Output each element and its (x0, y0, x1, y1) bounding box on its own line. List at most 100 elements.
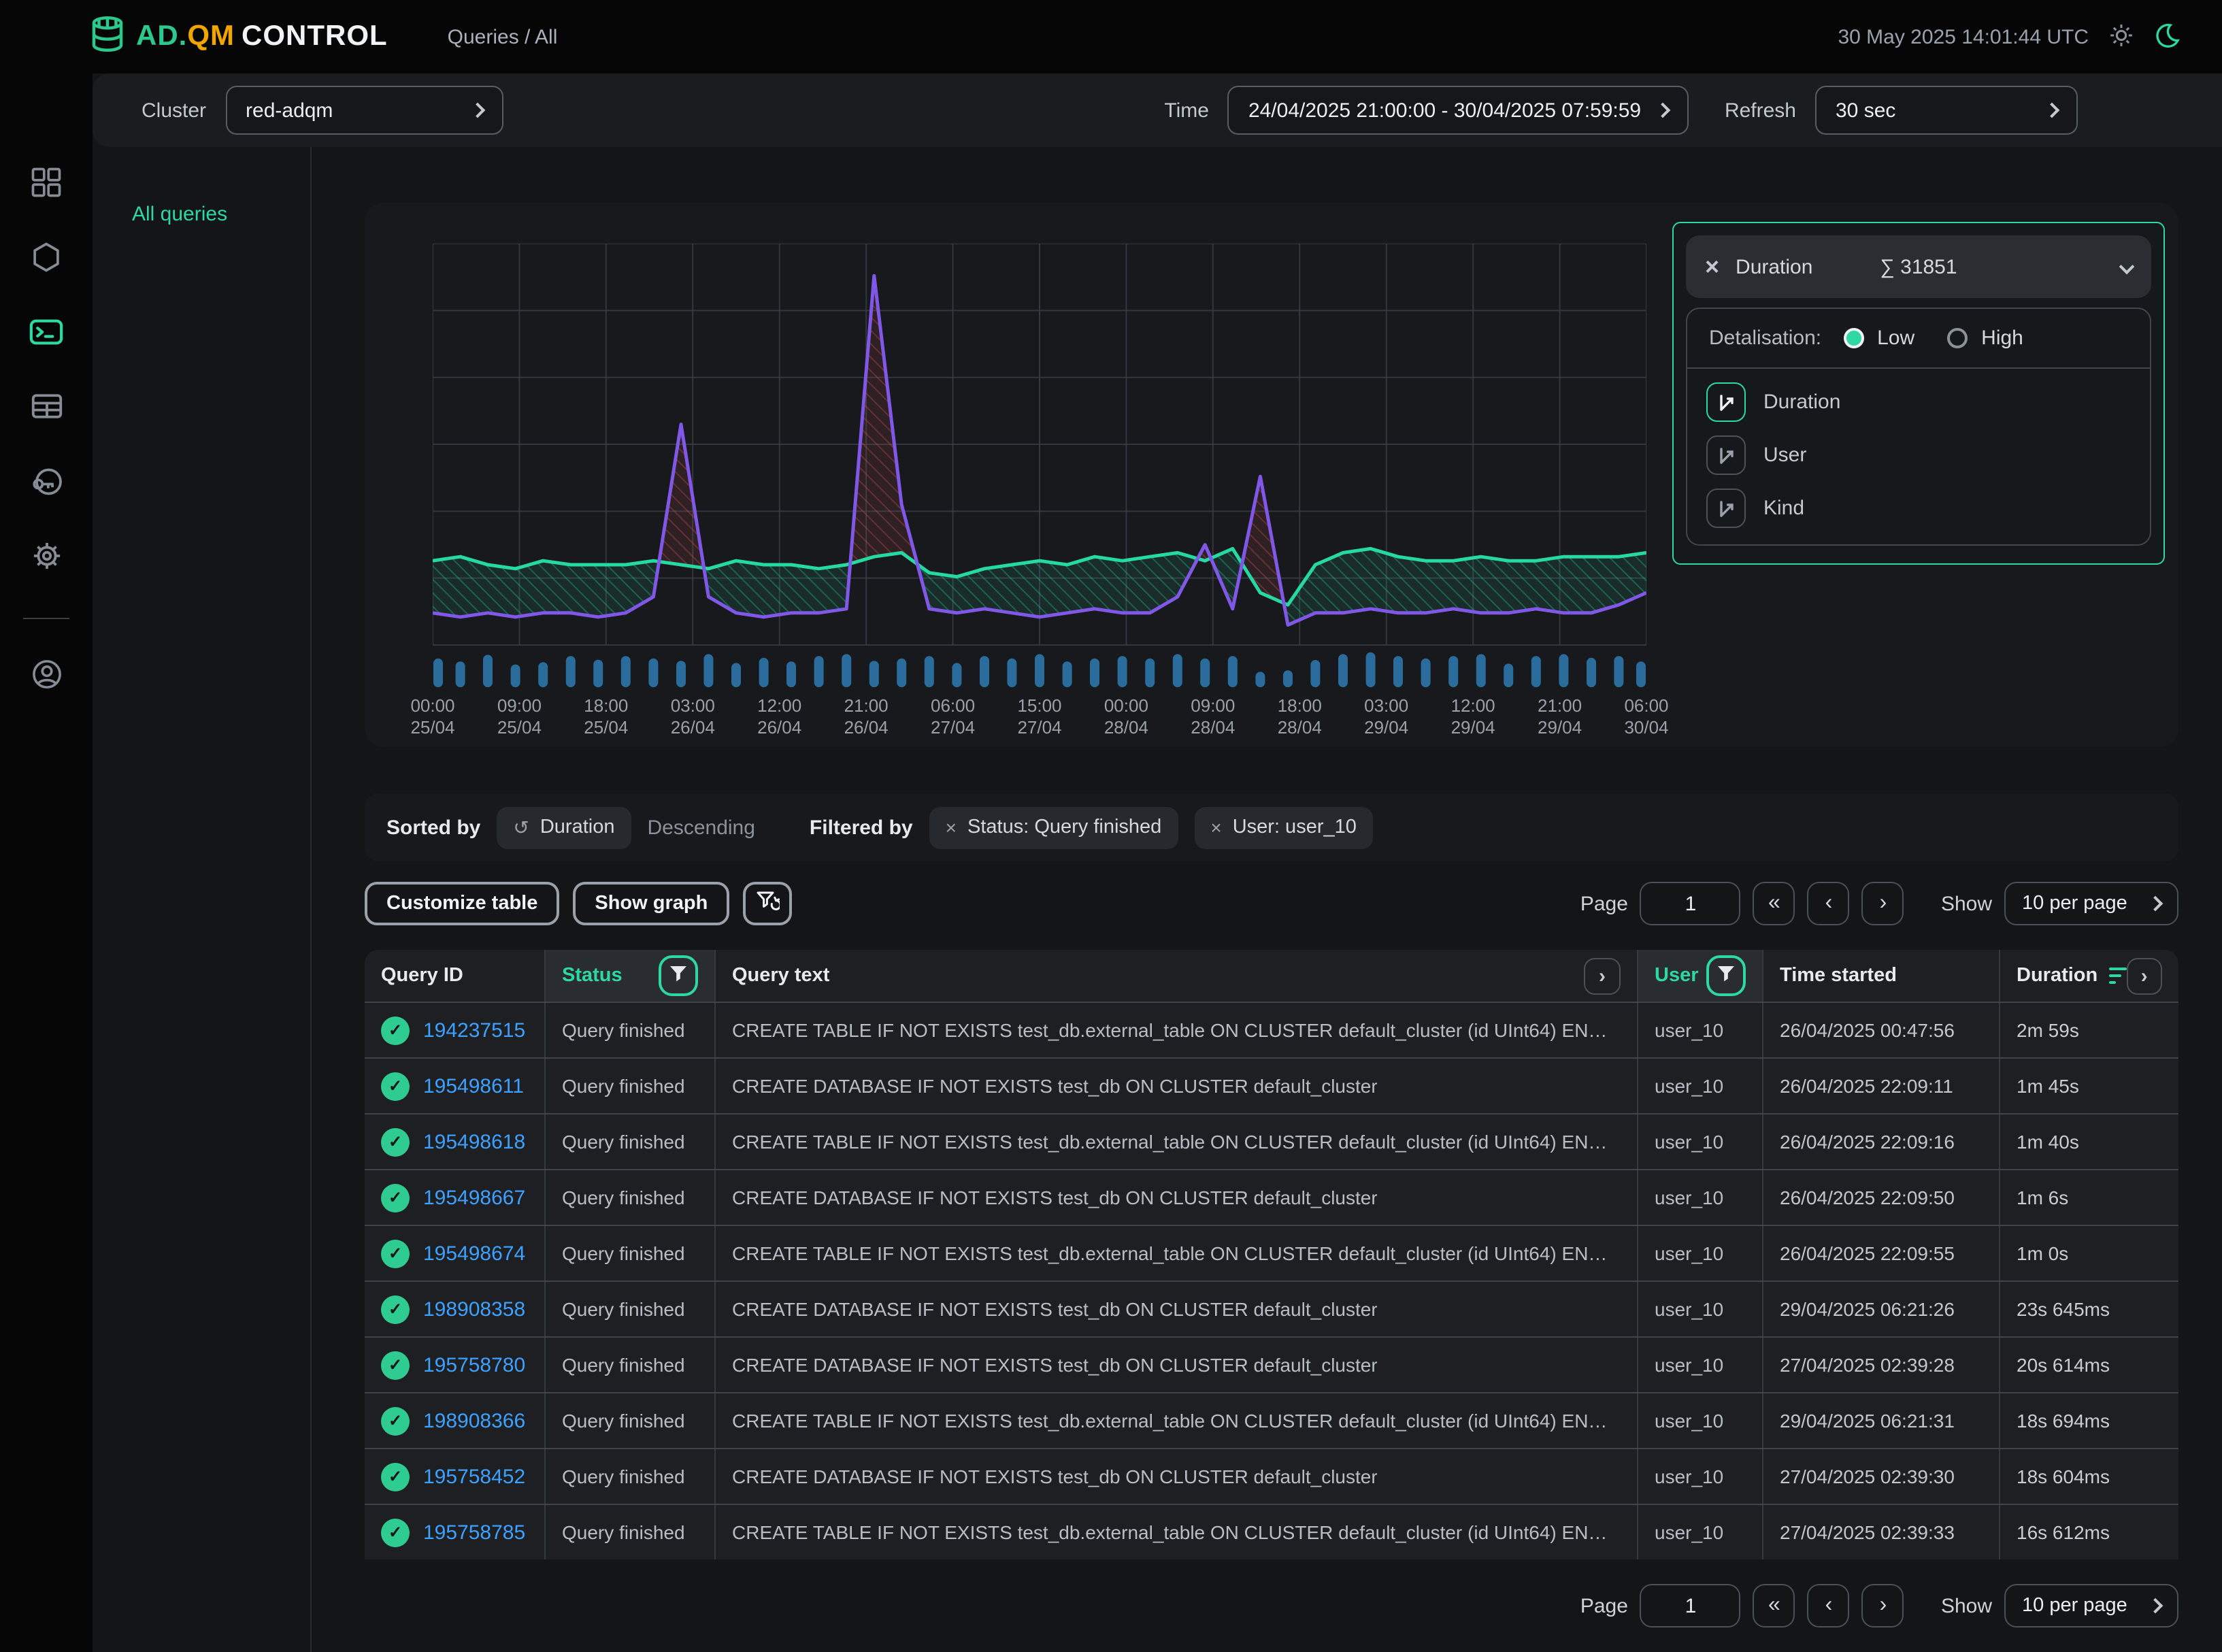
header-query-id[interactable]: Query ID (365, 950, 546, 1002)
first-page-button[interactable]: « (1753, 1584, 1795, 1628)
table-row[interactable]: ✓195498618Query finishedCREATE TABLE IF … (365, 1113, 2178, 1169)
table-row[interactable]: ✓195498667Query finishedCREATE DATABASE … (365, 1169, 2178, 1225)
filter-chip-user[interactable]: × User: user_10 (1194, 806, 1373, 848)
sort-descending-icon[interactable] (2108, 968, 2126, 985)
table-row[interactable]: ✓195758780Query finishedCREATE DATABASE … (365, 1336, 2178, 1392)
line-chart-icon (1706, 382, 1746, 422)
header-status[interactable]: Status (546, 950, 716, 1002)
time-range-select[interactable]: 24/04/2025 21:00:00 - 30/04/2025 07:59:5… (1228, 86, 1689, 135)
query-id-link[interactable]: 195758780 (423, 1353, 525, 1376)
duration-cell: 1m 45s (2000, 1059, 2178, 1113)
logo-ad: AD. (136, 20, 187, 52)
query-count-bar (980, 656, 989, 687)
x-axis-tick-label: 15:0027/04 (991, 695, 1089, 739)
refresh-select[interactable]: 30 sec (1815, 86, 2078, 135)
nav-item-all-queries[interactable]: All queries (132, 203, 227, 226)
query-id-link[interactable]: 195498611 (423, 1074, 524, 1097)
duration-cell: 1m 6s (2000, 1170, 2178, 1225)
app-window: AD.QMCONTROL Queries / All 30 May 2025 1… (0, 0, 2222, 1652)
dark-theme-button[interactable] (2154, 21, 2181, 52)
filter-chip-status[interactable]: × Status: Query finished (929, 806, 1178, 848)
legend-metric-header[interactable]: × Duration ∑ 31851 (1686, 235, 2151, 298)
sidebar-item-profile[interactable] (19, 650, 73, 705)
reset-filters-button[interactable] (743, 882, 792, 925)
table-row[interactable]: ✓195498674Query finishedCREATE TABLE IF … (365, 1225, 2178, 1281)
breadcrumb[interactable]: Queries / All (448, 25, 558, 48)
status-filter-button[interactable] (659, 955, 698, 996)
filter-chip-label: Status: Query finished (967, 816, 1161, 838)
query-count-bar (1310, 660, 1320, 687)
remove-filter-icon[interactable]: × (946, 816, 957, 838)
next-page-button[interactable]: › (1862, 1584, 1904, 1628)
remove-filter-icon[interactable]: × (1210, 816, 1221, 838)
status-cell: Query finished (546, 1170, 716, 1225)
query-id-link[interactable]: 195758785 (423, 1521, 525, 1544)
table-row[interactable]: ✓198908366Query finishedCREATE TABLE IF … (365, 1392, 2178, 1448)
table-row[interactable]: ✓195758452Query finishedCREATE DATABASE … (365, 1448, 2178, 1504)
time-started-cell: 26/04/2025 00:47:56 (1763, 1003, 2000, 1057)
header-duration[interactable]: Duration › (2000, 950, 2178, 1002)
sidebar-item-clusters[interactable] (19, 233, 73, 287)
query-id-link[interactable]: 198908366 (423, 1409, 525, 1432)
sort-direction[interactable]: Descending (647, 816, 755, 839)
radio-low-label[interactable]: Low (1877, 327, 1914, 350)
next-page-button[interactable]: › (1862, 882, 1904, 925)
query-id-link[interactable]: 194237515 (423, 1019, 525, 1042)
page-number-input[interactable] (1640, 1584, 1741, 1628)
table-row[interactable]: ✓198908358Query finishedCREATE DATABASE … (365, 1281, 2178, 1336)
query-id-link[interactable]: 198908358 (423, 1298, 525, 1321)
legend-item-duration[interactable]: Duration (1706, 382, 2131, 422)
first-page-button[interactable]: « (1753, 882, 1795, 925)
query-id-link[interactable]: 195498667 (423, 1186, 525, 1209)
header-time-started[interactable]: Time started (1763, 950, 2000, 1002)
legend-item-user[interactable]: User (1706, 435, 2131, 475)
sort-chip-duration[interactable]: ↺ Duration (497, 806, 631, 848)
logo-qm: QM (187, 20, 235, 52)
query-id-link[interactable]: 195498618 (423, 1130, 525, 1153)
header-user[interactable]: User (1638, 950, 1763, 1002)
page-number-input[interactable] (1640, 882, 1741, 925)
app-logo[interactable]: AD.QMCONTROL (87, 13, 388, 61)
reset-sort-icon[interactable]: ↺ (513, 816, 529, 839)
sidebar-item-keys[interactable] (19, 457, 73, 512)
time-started-cell: 27/04/2025 02:39:28 (1763, 1338, 2000, 1392)
show-graph-button[interactable]: Show graph (573, 882, 729, 925)
prev-page-button[interactable]: ‹ (1808, 1584, 1850, 1628)
customize-table-button[interactable]: Customize table (365, 882, 559, 925)
queries-table: Query ID Status Query text › User (365, 950, 2178, 1559)
chart-legend-panel: × Duration ∑ 31851 Detalisation: Low Hig… (1672, 222, 2165, 565)
light-theme-button[interactable] (2108, 21, 2135, 52)
legend-item-kind[interactable]: Kind (1706, 489, 2131, 528)
table-row[interactable]: ✓195758785Query finishedCREATE TABLE IF … (365, 1504, 2178, 1559)
query-count-bar (1393, 656, 1403, 687)
query-id-link[interactable]: 195498674 (423, 1242, 525, 1265)
prev-page-button[interactable]: ‹ (1808, 882, 1850, 925)
table-row[interactable]: ✓194237515Query finishedCREATE TABLE IF … (365, 1002, 2178, 1057)
query-count-bar (433, 659, 443, 687)
query-count-bar (1587, 658, 1596, 687)
expand-column-button[interactable]: › (2126, 957, 2162, 994)
nav-divider (310, 147, 312, 1652)
sidebar-item-queries[interactable] (19, 308, 73, 362)
table-header-row: Query ID Status Query text › User (365, 950, 2178, 1002)
query-id-link[interactable]: 195758452 (423, 1465, 525, 1488)
expand-column-button[interactable]: › (1584, 957, 1621, 994)
per-page-select[interactable]: 10 per page (2004, 882, 2178, 925)
radio-high[interactable] (1947, 328, 1968, 348)
radio-low[interactable] (1843, 328, 1863, 348)
detalisation-label: Detalisation: (1709, 327, 1821, 350)
queries-chart[interactable] (433, 244, 1646, 693)
x-axis-tick-label: 03:0026/04 (644, 695, 742, 739)
line-chart-icon (1706, 489, 1746, 528)
header-query-text[interactable]: Query text › (716, 950, 1638, 1002)
query-id-cell: ✓198908358 (365, 1282, 546, 1336)
table-row[interactable]: ✓195498611Query finishedCREATE DATABASE … (365, 1057, 2178, 1113)
sidebar-item-tables[interactable] (19, 382, 73, 437)
sidebar-item-settings[interactable] (19, 532, 73, 587)
sidebar-item-dashboard[interactable] (19, 158, 73, 212)
radio-high-label[interactable]: High (1981, 327, 2023, 350)
per-page-select[interactable]: 10 per page (2004, 1584, 2178, 1628)
cluster-select[interactable]: red-adqm (225, 86, 503, 135)
user-filter-button[interactable] (1706, 955, 1746, 996)
close-icon[interactable]: × (1705, 252, 1719, 281)
